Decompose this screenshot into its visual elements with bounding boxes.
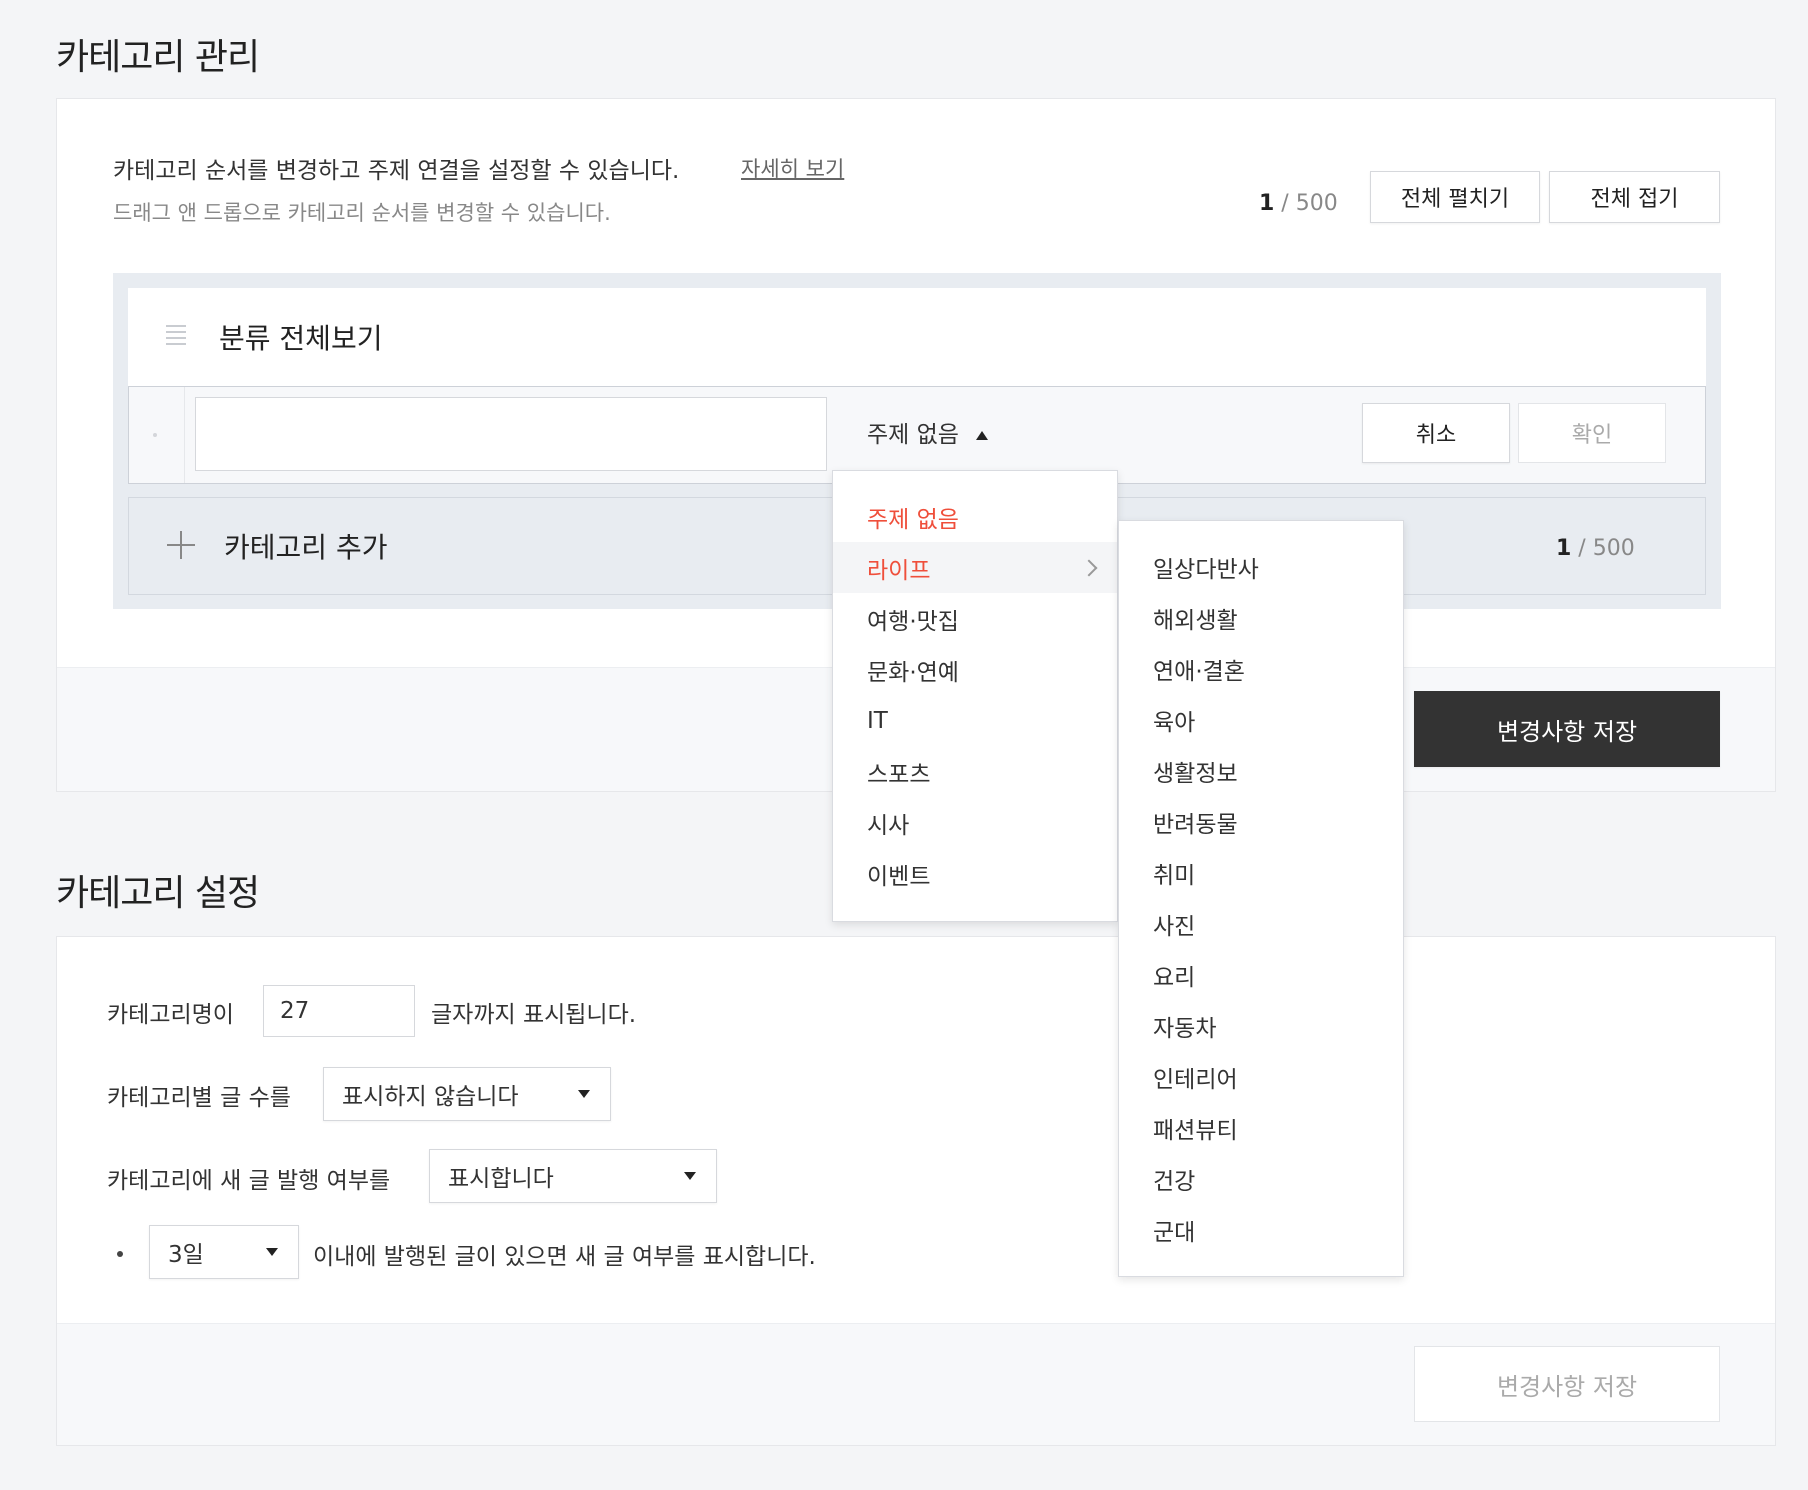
caret-up-icon (976, 431, 989, 440)
save-changes-button[interactable]: 변경사항 저장 (1414, 691, 1720, 767)
settings-save-button[interactable]: 변경사항 저장 (1414, 1346, 1720, 1422)
add-category-count: 1 / 500 (1556, 536, 1635, 561)
topic-option-sports[interactable]: 스포츠 (833, 746, 1117, 797)
subtopic-option[interactable]: 생활정보 (1119, 745, 1403, 796)
subtopic-option[interactable]: 연애·결혼 (1119, 643, 1403, 694)
caret-down-icon (266, 1248, 278, 1256)
topic-select[interactable]: 주제 없음 (867, 415, 989, 449)
subtopic-option[interactable]: 취미 (1119, 847, 1403, 898)
new-post-days-suffix: 이내에 발행된 글이 있으면 새 글 여부를 표시합니다. (313, 1244, 816, 1270)
edit-row-handle (129, 387, 185, 483)
expand-all-button[interactable]: 전체 펼치기 (1370, 171, 1540, 223)
add-category-label: 카테고리 추가 (224, 531, 388, 564)
category-name-input[interactable] (195, 397, 827, 471)
category-count: 1 / 500 (1259, 191, 1338, 216)
subtopic-option[interactable]: 건강 (1119, 1153, 1403, 1204)
subtopic-option[interactable]: 자동차 (1119, 1000, 1403, 1051)
drag-handle-icon[interactable] (166, 325, 186, 345)
topic-option-travel[interactable]: 여행·맛집 (833, 593, 1117, 644)
detail-link[interactable]: 자세히 보기 (741, 153, 844, 183)
subtopic-option[interactable]: 해외생활 (1119, 592, 1403, 643)
subtopic-option[interactable]: 인테리어 (1119, 1051, 1403, 1102)
chevron-right-icon (1080, 559, 1098, 576)
plus-icon (167, 531, 195, 559)
new-post-prefix: 카테고리에 새 글 발행 여부를 (107, 1168, 391, 1194)
category-settings-panel: 카테고리명이 27 글자까지 표시됩니다. 카테고리별 글 수를 표시하지 않습… (56, 936, 1776, 1446)
topic-option-event[interactable]: 이벤트 (833, 848, 1117, 899)
name-length-suffix: 글자까지 표시됩니다. (431, 1002, 637, 1028)
caret-down-icon (578, 1090, 590, 1098)
topic-option-none[interactable]: 주제 없음 (833, 491, 1117, 542)
new-post-days-select[interactable]: 3일 (149, 1225, 299, 1279)
topic-option-current-affairs[interactable]: 시사 (833, 797, 1117, 848)
page-title-category-settings: 카테고리 설정 (56, 873, 260, 914)
subtopic-option[interactable]: 일상다반사 (1119, 541, 1403, 592)
post-count-prefix: 카테고리별 글 수를 (107, 1085, 291, 1111)
subtopic-option[interactable]: 육아 (1119, 694, 1403, 745)
subtopic-option[interactable]: 군대 (1119, 1204, 1403, 1255)
root-category-label: 분류 전체보기 (219, 322, 383, 355)
name-length-prefix: 카테고리명이 (107, 1002, 234, 1028)
subtopic-option[interactable]: 요리 (1119, 949, 1403, 1000)
settings-footer: 변경사항 저장 (57, 1323, 1775, 1445)
root-category-row[interactable]: 분류 전체보기 (128, 288, 1706, 386)
topic-dropdown-menu: 주제 없음 라이프 여행·맛집 문화·연예 IT 스포츠 시사 이벤트 (832, 470, 1118, 922)
post-count-select[interactable]: 표시하지 않습니다 (323, 1067, 611, 1121)
collapse-all-button[interactable]: 전체 접기 (1549, 171, 1720, 223)
new-post-select[interactable]: 표시합니다 (429, 1149, 717, 1203)
caret-down-icon (684, 1172, 696, 1180)
bullet-dot (117, 1251, 123, 1257)
name-length-input[interactable]: 27 (263, 985, 415, 1037)
management-sub-description: 드래그 앤 드롭으로 카테고리 순서를 변경할 수 있습니다. (113, 201, 611, 225)
confirm-button[interactable]: 확인 (1518, 403, 1666, 463)
topic-option-life[interactable]: 라이프 (833, 542, 1117, 593)
management-description: 카테고리 순서를 변경하고 주제 연결을 설정할 수 있습니다. (113, 158, 680, 184)
topic-option-culture[interactable]: 문화·연예 (833, 644, 1117, 695)
subtopic-option[interactable]: 반려동물 (1119, 796, 1403, 847)
page-title-category-management: 카테고리 관리 (56, 37, 260, 78)
topic-option-it[interactable]: IT (833, 695, 1117, 746)
subtopic-option[interactable]: 패션뷰티 (1119, 1102, 1403, 1153)
cancel-button[interactable]: 취소 (1362, 403, 1510, 463)
subtopic-option[interactable]: 사진 (1119, 898, 1403, 949)
life-submenu: 일상다반사 해외생활 연애·결혼 육아 생활정보 반려동물 취미 사진 요리 자… (1118, 520, 1404, 1277)
